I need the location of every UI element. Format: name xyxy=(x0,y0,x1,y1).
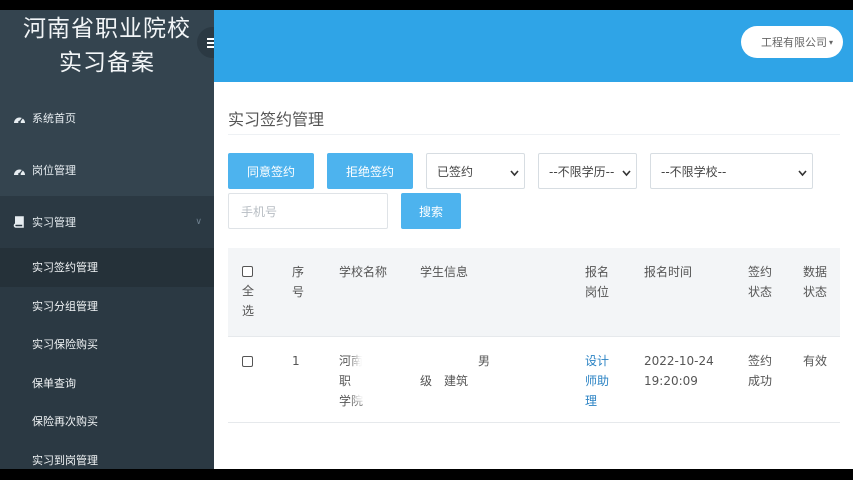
header-time: 报名时间 xyxy=(644,265,693,279)
chevron-down-icon xyxy=(798,166,807,180)
sidebar-subitem-arrival[interactable]: 实习到岗管理 xyxy=(0,441,214,470)
header-school: 学校名称 xyxy=(339,265,388,279)
sidebar-item-internship[interactable]: 实习管理 ∨ xyxy=(0,196,214,248)
sidebar-subitem-insurance-rebuy[interactable]: 保险再次购买 xyxy=(0,402,214,441)
sidebar-item-label: 系统首页 xyxy=(32,112,76,125)
cell-data-status: 有效 xyxy=(803,354,828,368)
select-all-checkbox[interactable] xyxy=(242,266,253,277)
sidebar-subitem-policy-query[interactable]: 保单查询 xyxy=(0,364,214,403)
redaction-blur xyxy=(493,349,538,397)
chevron-down-icon xyxy=(622,166,631,180)
school-value: --不限学校-- xyxy=(661,164,727,179)
cell-sign-status: 签约 成功 xyxy=(748,354,773,388)
education-value: --不限学历-- xyxy=(549,164,615,179)
header-post: 报名 岗位 xyxy=(585,265,610,299)
chevron-down-icon xyxy=(510,166,519,180)
sidebar-item-posts[interactable]: 岗位管理 xyxy=(0,144,214,196)
education-select[interactable]: --不限学历-- xyxy=(538,153,637,189)
table-header: 全 选 序 号 学校名称 学生信息 报名 岗位 报名时间 签约 状态 数据 状态 xyxy=(228,248,840,337)
sidebar: 河南省职业院校 实习备案 系统首页 岗位管理 实习管理 ∨ 实习签约管理 实习分… xyxy=(0,10,214,469)
header-student: 学生信息 xyxy=(420,265,469,279)
user-name: 工程有限公司 xyxy=(760,36,827,49)
sidebar-submenu: 实习签约管理 实习分组管理 实习保险购买 保单查询 保险再次购买 实习到岗管理 xyxy=(0,248,214,469)
sidebar-subitem-insurance-buy[interactable]: 实习保险购买 xyxy=(0,325,214,364)
book-icon xyxy=(12,215,26,229)
app-frame: 河南省职业院校 实习备案 系统首页 岗位管理 实习管理 ∨ 实习签约管理 实习分… xyxy=(0,10,853,469)
app-title-line2: 实习备案 xyxy=(59,50,155,76)
caret-down-icon: ▾ xyxy=(828,37,833,47)
school-select[interactable]: --不限学校-- xyxy=(650,153,813,189)
header-index: 序 号 xyxy=(292,265,305,299)
cell-index: 1 xyxy=(292,354,300,368)
page-title: 实习签约管理 xyxy=(228,110,325,129)
reject-sign-button[interactable]: 拒绝签约 xyxy=(327,153,413,189)
sign-status-select[interactable]: 已签约 xyxy=(426,153,525,189)
top-bar: 工程有限公司 ▾ xyxy=(214,10,853,82)
row-checkbox[interactable] xyxy=(242,356,253,367)
agree-sign-button[interactable]: 同意签约 xyxy=(228,153,314,189)
dashboard-icon xyxy=(12,163,26,177)
sidebar-item-home[interactable]: 系统首页 xyxy=(0,92,214,144)
cell-post-link[interactable]: 设计 师助 理 xyxy=(585,351,609,411)
table-row: 1 河南 职 学院 男 级建筑 设计 师助 理 2022-10-24 19:20… xyxy=(228,337,840,423)
header-sign-status: 签约 状态 xyxy=(748,265,773,299)
sidebar-subitem-group[interactable]: 实习分组管理 xyxy=(0,287,214,326)
sign-status-value: 已签约 xyxy=(437,164,474,179)
divider xyxy=(228,134,840,135)
sidebar-item-label: 岗位管理 xyxy=(32,164,76,177)
header-data-status: 数据 状态 xyxy=(803,265,828,299)
phone-input[interactable]: 手机号 xyxy=(228,193,388,229)
cell-time: 2022-10-24 19:20:09 xyxy=(644,354,714,388)
app-title: 河南省职业院校 实习备案 xyxy=(0,10,214,92)
signing-table: 全 选 序 号 学校名称 学生信息 报名 岗位 报名时间 签约 状态 数据 状态… xyxy=(228,248,840,423)
header-select-all: 全 选 xyxy=(242,284,255,318)
search-button[interactable]: 搜索 xyxy=(401,193,461,229)
main-content: 实习签约管理 同意签约 拒绝签约 已签约 --不限学历-- --不限学校-- 手… xyxy=(214,82,853,469)
sidebar-subitem-sign[interactable]: 实习签约管理 xyxy=(0,248,214,287)
chevron-down-icon: ∨ xyxy=(195,217,202,227)
sidebar-item-label: 实习管理 xyxy=(32,216,76,229)
user-menu[interactable]: 工程有限公司 ▾ xyxy=(741,26,843,58)
app-title-line1: 河南省职业院校 xyxy=(23,16,191,42)
dashboard-icon xyxy=(12,111,26,125)
